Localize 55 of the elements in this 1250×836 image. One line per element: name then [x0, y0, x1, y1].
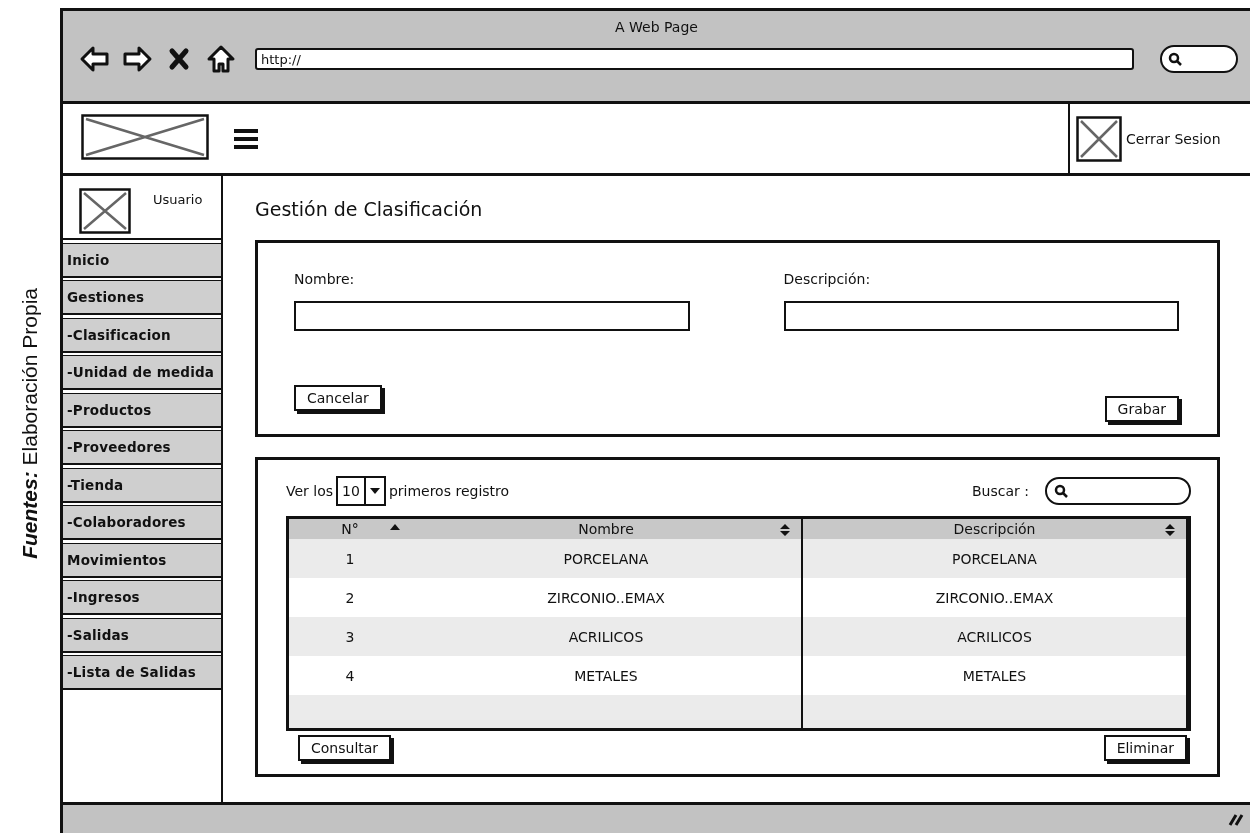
sidebar-item[interactable]: -Colaboradores: [63, 505, 221, 540]
save-button[interactable]: Grabar: [1104, 396, 1179, 422]
url-field[interactable]: http://: [255, 48, 1134, 70]
sort-icon[interactable]: [779, 523, 791, 537]
home-icon[interactable]: [205, 43, 237, 75]
sidebar-item[interactable]: -Tienda: [63, 467, 221, 503]
table-cell: 1: [289, 539, 411, 578]
table-cell: ACRILICOS: [803, 617, 1188, 656]
table-cell-text: 2: [344, 588, 356, 608]
show-label: primeros registro: [388, 483, 510, 499]
table-cell: ACRILICOS: [411, 617, 803, 656]
search-label: Buscar :: [972, 483, 1029, 499]
page-size-dropdown[interactable]: 10: [336, 476, 386, 506]
sidebar-item[interactable]: -Clasificacion: [63, 317, 221, 353]
sidebar-item[interactable]: -Proveedores: [63, 430, 221, 465]
source-caption: Fuentes: Elaboración Propia: [18, 287, 42, 559]
page-title: Gestión de Clasificación: [255, 198, 483, 220]
caret-icon: [369, 488, 380, 494]
field-label: Descripción:: [783, 271, 872, 287]
logout-link[interactable]: Cerrar Sesion: [1126, 130, 1221, 147]
table-cell: 3: [289, 617, 411, 656]
column-header[interactable]: Nombre: [411, 519, 803, 539]
window-title: A Web Page: [615, 19, 698, 35]
logo-placeholder-icon: [81, 113, 209, 160]
cancel-button[interactable]: Cancelar: [294, 385, 382, 411]
menu-icon[interactable]: [233, 127, 259, 150]
sidebar-item[interactable]: Movimientos: [63, 542, 221, 578]
sidebar-item[interactable]: -Lista de Salidas: [63, 655, 221, 690]
sidebar-item[interactable]: -Productos: [63, 392, 221, 428]
table-cell: PORCELANA: [411, 539, 803, 578]
input-field[interactable]: [783, 301, 1179, 331]
query-button[interactable]: Consultar: [298, 735, 392, 761]
column-header[interactable]: N°: [289, 519, 411, 539]
sort-icon[interactable]: [1164, 523, 1176, 537]
sidebar-item[interactable]: Inicio: [63, 242, 221, 278]
avatar-placeholder-icon: [79, 188, 131, 234]
input-field[interactable]: [294, 301, 690, 331]
sidebar-item[interactable]: -Ingresos: [63, 580, 221, 615]
table-cell: PORCELANA: [803, 539, 1188, 578]
resize-grip-icon[interactable]: [1228, 812, 1244, 826]
user-name: Usuario: [153, 191, 203, 207]
delete-button[interactable]: Eliminar: [1103, 735, 1187, 761]
table-cell-text: 4: [344, 666, 356, 686]
field-label: Nombre:: [294, 271, 356, 287]
sidebar-item[interactable]: Gestiones: [63, 280, 221, 315]
column-header[interactable]: Descripción: [803, 519, 1188, 539]
sort-up-icon[interactable]: [389, 523, 401, 531]
browser-search-field[interactable]: [1160, 45, 1238, 73]
search-icon: [1168, 52, 1182, 66]
show-label: Ver los: [286, 483, 334, 499]
user-placeholder-icon: [1076, 115, 1122, 162]
sidebar-item[interactable]: -Unidad de medida: [63, 355, 221, 390]
search-field[interactable]: [1045, 477, 1191, 505]
search-icon: [1054, 484, 1068, 498]
sidebar-item[interactable]: -Salidas: [63, 617, 221, 653]
